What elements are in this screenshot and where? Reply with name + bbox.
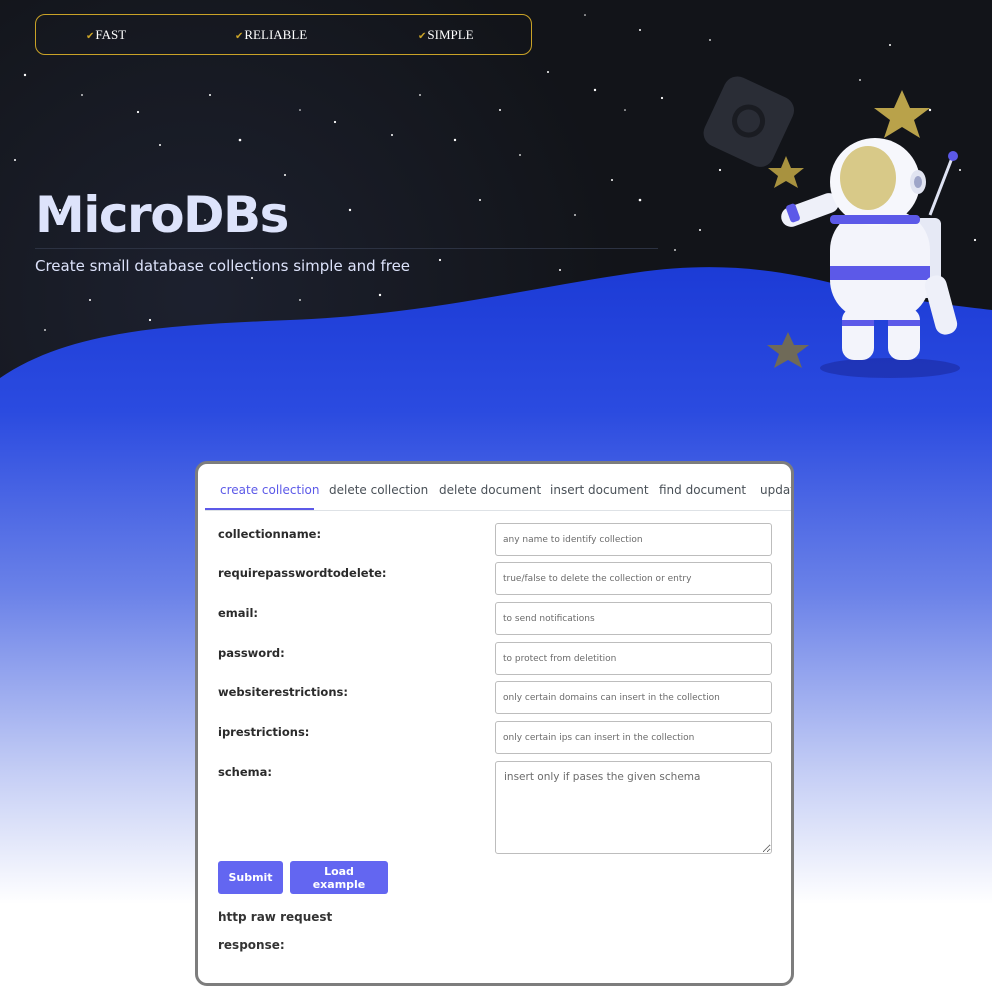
iprestrictions-input[interactable] xyxy=(495,721,772,754)
http-raw-request-label: http raw request xyxy=(218,910,333,924)
schema-textarea[interactable] xyxy=(495,761,772,854)
title-divider xyxy=(35,248,658,249)
astronaut-illustration xyxy=(703,76,960,378)
tab-update-document[interactable]: update document xyxy=(760,483,791,497)
password-input[interactable] xyxy=(495,642,772,675)
email-label: email: xyxy=(218,606,259,620)
check-icon: ✔ xyxy=(418,31,427,42)
page-title: MicroDBs xyxy=(35,186,289,244)
collectionname-label: collectionname: xyxy=(218,527,322,541)
iprestrictions-label: iprestrictions: xyxy=(218,725,310,739)
tab-create-collection[interactable]: create collection xyxy=(220,483,319,497)
load-example-button[interactable]: Load example xyxy=(290,861,388,894)
check-icon: ✔ xyxy=(235,31,244,42)
collectionname-input[interactable] xyxy=(495,523,772,556)
feature-label: RELIABLE xyxy=(244,27,308,42)
check-icon: ✔ xyxy=(86,31,95,42)
feature-reliable: ✔RELIABLE xyxy=(235,27,307,43)
tab-insert-document[interactable]: insert document xyxy=(550,483,649,497)
tab-bar: create collection delete collection dele… xyxy=(205,464,791,511)
feature-bar: ✔FAST ✔RELIABLE ✔SIMPLE xyxy=(35,14,532,55)
feature-label: FAST xyxy=(95,27,127,42)
tab-find-document[interactable]: find document xyxy=(659,483,746,497)
password-label: password: xyxy=(218,646,285,660)
schema-label: schema: xyxy=(218,765,272,779)
active-tab-indicator xyxy=(205,508,314,510)
tab-delete-document[interactable]: delete document xyxy=(439,483,541,497)
email-input[interactable] xyxy=(495,602,772,635)
api-form-card: create collection delete collection dele… xyxy=(195,461,794,986)
feature-fast: ✔FAST xyxy=(86,27,126,43)
websiterestrictions-input[interactable] xyxy=(495,681,772,714)
submit-button[interactable]: Submit xyxy=(218,861,283,894)
page-subtitle: Create small database collections simple… xyxy=(35,257,411,275)
requirepasswordtodelete-label: requirepasswordtodelete: xyxy=(218,566,387,580)
websiterestrictions-label: websiterestrictions: xyxy=(218,685,348,699)
feature-label: SIMPLE xyxy=(427,27,474,42)
requirepasswordtodelete-input[interactable] xyxy=(495,562,772,595)
feature-simple: ✔SIMPLE xyxy=(418,27,474,43)
tab-delete-collection[interactable]: delete collection xyxy=(329,483,428,497)
response-label: response: xyxy=(218,938,285,952)
